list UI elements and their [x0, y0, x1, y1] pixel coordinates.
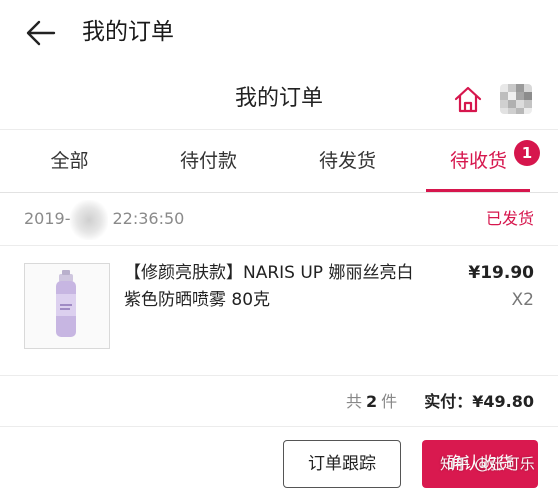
- tab-badge: 1: [514, 140, 540, 166]
- blurred-date: [70, 200, 108, 240]
- tab-pending-shipment[interactable]: 待发货: [278, 131, 417, 193]
- tab-all[interactable]: 全部: [0, 131, 139, 193]
- back-arrow-icon[interactable]: [24, 16, 58, 50]
- product-price: ¥19.90: [468, 263, 534, 283]
- app-bar: 我的订单: [0, 0, 558, 64]
- item-count: 共2件: [346, 391, 397, 413]
- home-icon[interactable]: [452, 84, 484, 116]
- order-summary: 共2件 实付：¥49.80: [0, 377, 558, 427]
- order-status: 已发货: [485, 209, 534, 228]
- item-count-prefix: 共: [346, 392, 363, 411]
- order-total: 实付：¥49.80: [424, 392, 534, 411]
- product-name[interactable]: 【修颜亮肤款】NARIS UP 娜丽丝亮白紫色防晒喷雾 80克: [124, 260, 424, 314]
- app-bar-title: 我的订单: [82, 19, 174, 45]
- active-tab-indicator: [426, 189, 530, 192]
- product-thumbnail[interactable]: [24, 263, 110, 349]
- order-clock: 22:36:50: [112, 209, 185, 228]
- watermark: 知乎 @张可乐: [440, 455, 535, 473]
- avatar[interactable]: [500, 84, 532, 114]
- track-order-button[interactable]: 订单跟踪: [283, 440, 401, 488]
- product-quantity: X2: [511, 290, 534, 310]
- tab-pending-payment[interactable]: 待付款: [139, 131, 278, 193]
- item-count-suffix: 件: [381, 392, 398, 411]
- item-count-value: 2: [366, 392, 378, 411]
- order-date-prefix: 2019-: [24, 209, 71, 228]
- page-header: 我的订单: [0, 72, 558, 130]
- order-item[interactable]: 【修颜亮肤款】NARIS UP 娜丽丝亮白紫色防晒喷雾 80克 ¥19.90 X…: [0, 246, 558, 376]
- order-tabs: 全部 待付款 待发货 待收货: [0, 131, 558, 193]
